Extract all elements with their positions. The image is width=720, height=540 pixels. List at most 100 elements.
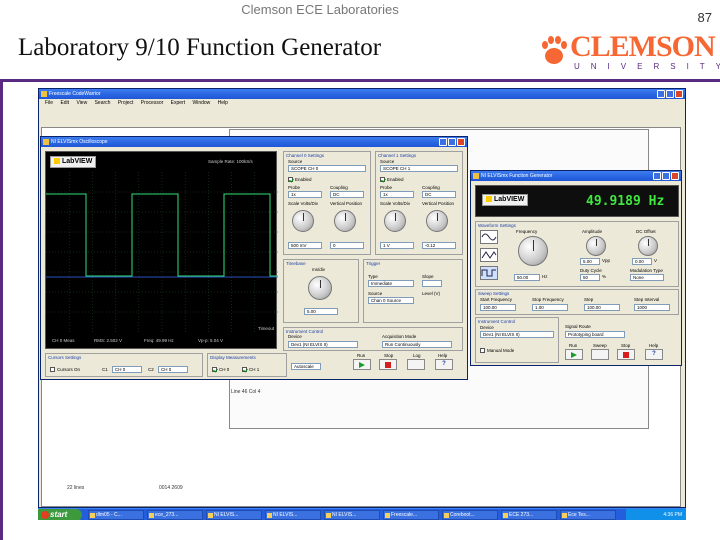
cursors-on-checkbox[interactable] — [50, 367, 55, 372]
cursor1-label: C1 — [102, 367, 108, 372]
scope-stop-button[interactable] — [379, 359, 397, 370]
stop-icon — [385, 362, 391, 368]
scope-help-button[interactable]: ? — [435, 359, 453, 370]
frequency-knob[interactable] — [518, 236, 548, 266]
channel0-source-select[interactable]: SCOPE CH 0 — [288, 165, 366, 172]
funcgen-sweep-button[interactable] — [591, 349, 609, 360]
maximize-button[interactable] — [666, 90, 674, 98]
minimize-button[interactable] — [657, 90, 665, 98]
channel1-source-select[interactable]: SCOPE CH 1 — [380, 165, 458, 172]
scope-device-label: Device — [288, 334, 302, 339]
funcgen-run-button[interactable] — [565, 349, 583, 360]
taskbar-item[interactable]: ECE 273... — [501, 510, 557, 520]
cursor1-select[interactable]: CH 0 — [112, 366, 142, 373]
timebase-panel: Timebase ms/div 5.00 — [283, 259, 359, 323]
codewarrior-menu-bar[interactable]: File Edit View Search Project Processor … — [39, 99, 685, 107]
timebase-field[interactable]: 5.00 — [304, 308, 338, 315]
close-button[interactable] — [675, 90, 683, 98]
close-button[interactable] — [671, 172, 679, 180]
cursor2-select[interactable]: CH 0 — [158, 366, 188, 373]
cursors-settings-panel: Cursors Settings Cursors On C1 CH 0 C2 C… — [45, 353, 203, 377]
oscilloscope-title-bar[interactable]: NI ELVISmx Oscilloscope — [41, 137, 467, 147]
scope-acquisition-select[interactable]: Run Continuously — [382, 341, 452, 348]
funcgen-device-select[interactable]: Dev1 (NI ELVIS II) — [480, 331, 554, 338]
channel0-probe-select[interactable]: 1x — [288, 191, 322, 198]
modulation-select[interactable]: None — [630, 274, 664, 281]
display-ch1-checkbox[interactable] — [242, 367, 247, 372]
channel1-scale-knob[interactable] — [384, 210, 406, 232]
stop-icon — [623, 352, 629, 358]
channel0-coupling-select[interactable]: DC — [330, 191, 364, 198]
scope-device-select[interactable]: Dev1 (NI ELVIS II) — [288, 341, 358, 348]
trigger-slope-select[interactable] — [422, 280, 442, 287]
funcgen-stop-button[interactable] — [617, 349, 635, 360]
oscilloscope-window-buttons — [439, 138, 465, 146]
timebase-knob[interactable] — [308, 276, 332, 300]
taskbar-item[interactable]: NI ELVIS... — [324, 510, 380, 520]
close-button[interactable] — [457, 138, 465, 146]
channel0-scale-field[interactable]: 500 mV — [288, 242, 322, 249]
maximize-button[interactable] — [662, 172, 670, 180]
start-button[interactable]: start — [38, 509, 82, 520]
function-generator-title-bar[interactable]: NI ELVISmx Function Generator — [471, 171, 681, 181]
waveform-settings-panel: Waveform Settings Frequency 50.00 Hz Amp… — [475, 221, 679, 287]
dc-offset-field[interactable]: 0.00 — [632, 258, 652, 265]
step-interval-field[interactable]: 1000 — [634, 304, 670, 311]
triangle-wave-button[interactable] — [480, 248, 498, 262]
taskbar-item[interactable]: NI ELVIS... — [265, 510, 321, 520]
stop-frequency-field[interactable]: 1.00 — [532, 304, 568, 311]
codewarrior-title-bar[interactable]: Freescale CodeWarrior — [39, 89, 685, 99]
channel0-enabled-checkbox[interactable] — [288, 177, 293, 182]
step-field[interactable]: 100.00 — [584, 304, 620, 311]
oscilloscope-window[interactable]: NI ELVISmx Oscilloscope LabVIEW Sample R… — [40, 136, 468, 380]
funcgen-run-label: Run — [569, 343, 578, 348]
amplitude-field[interactable]: 5.00 — [580, 258, 600, 265]
modulation-label: Modulation Type — [630, 268, 663, 273]
frequency-field[interactable]: 50.00 — [514, 274, 540, 281]
maximize-button[interactable] — [448, 138, 456, 146]
start-frequency-field[interactable]: 100.00 — [480, 304, 516, 311]
channel1-probe-select[interactable]: 1x — [380, 191, 414, 198]
function-generator-window[interactable]: NI ELVISmx Function Generator LabVIEW 49… — [470, 170, 682, 366]
minimize-button[interactable] — [439, 138, 447, 146]
channel1-coupling-select[interactable]: DC — [422, 191, 456, 198]
amplitude-knob[interactable] — [586, 236, 606, 256]
labview-logo-text: LabVIEW — [62, 158, 93, 165]
channel1-position-field[interactable]: -0.12 — [422, 242, 456, 249]
trigger-type-select[interactable]: Immediate — [368, 280, 414, 287]
sine-wave-button[interactable] — [480, 230, 498, 244]
channel0-position-field[interactable]: 0 — [330, 242, 364, 249]
display-ch0-label: CH 0 — [219, 367, 230, 372]
scope-stop-label: Stop — [384, 353, 394, 358]
taskbar-item[interactable]: Coreboot... — [442, 510, 498, 520]
taskbar-item[interactable]: NI ELVIS... — [206, 510, 262, 520]
taskbar-item[interactable]: Ece Tes... — [560, 510, 616, 520]
funcgen-help-button[interactable]: ? — [645, 349, 663, 360]
channel1-scale-field[interactable]: 1 V — [380, 242, 414, 249]
channel0-scale-knob[interactable] — [292, 210, 314, 232]
system-tray-clock[interactable]: 4:36 PM — [626, 509, 686, 520]
signal-route-select[interactable]: Prototyping board — [565, 331, 625, 338]
scope-run-button[interactable] — [353, 359, 371, 370]
timeout-label: Timeout — [258, 326, 275, 331]
manual-mode-checkbox[interactable] — [480, 348, 485, 353]
channel0-position-knob[interactable] — [334, 210, 356, 232]
trigger-source-select[interactable]: Chan 0 Source — [368, 297, 414, 304]
duty-cycle-field[interactable]: 50 — [580, 274, 600, 281]
dc-offset-knob[interactable] — [638, 236, 658, 256]
minimize-button[interactable] — [653, 172, 661, 180]
square-wave-button[interactable] — [480, 266, 498, 280]
display-measurements-panel: Display Measurements CH 0 CH 1 — [207, 353, 287, 377]
scope-log-button[interactable] — [407, 359, 425, 370]
taskbar-item[interactable]: ece_273... — [147, 510, 203, 520]
channel1-position-label: Vertical Position — [422, 201, 455, 206]
labview-logo-text: LabVIEW — [494, 196, 525, 203]
scope-autoscale-button[interactable]: Autoscale — [291, 363, 321, 370]
taskbar-item[interactable]: dlm05 - C... — [88, 510, 144, 520]
channel1-position-knob[interactable] — [426, 210, 448, 232]
taskbar-item[interactable]: Freescale... — [383, 510, 439, 520]
channel1-enabled-checkbox[interactable] — [380, 177, 385, 182]
stop-frequency-label: Stop Frequency — [532, 297, 564, 302]
step-label: Step — [584, 297, 594, 302]
display-ch0-checkbox[interactable] — [212, 367, 217, 372]
